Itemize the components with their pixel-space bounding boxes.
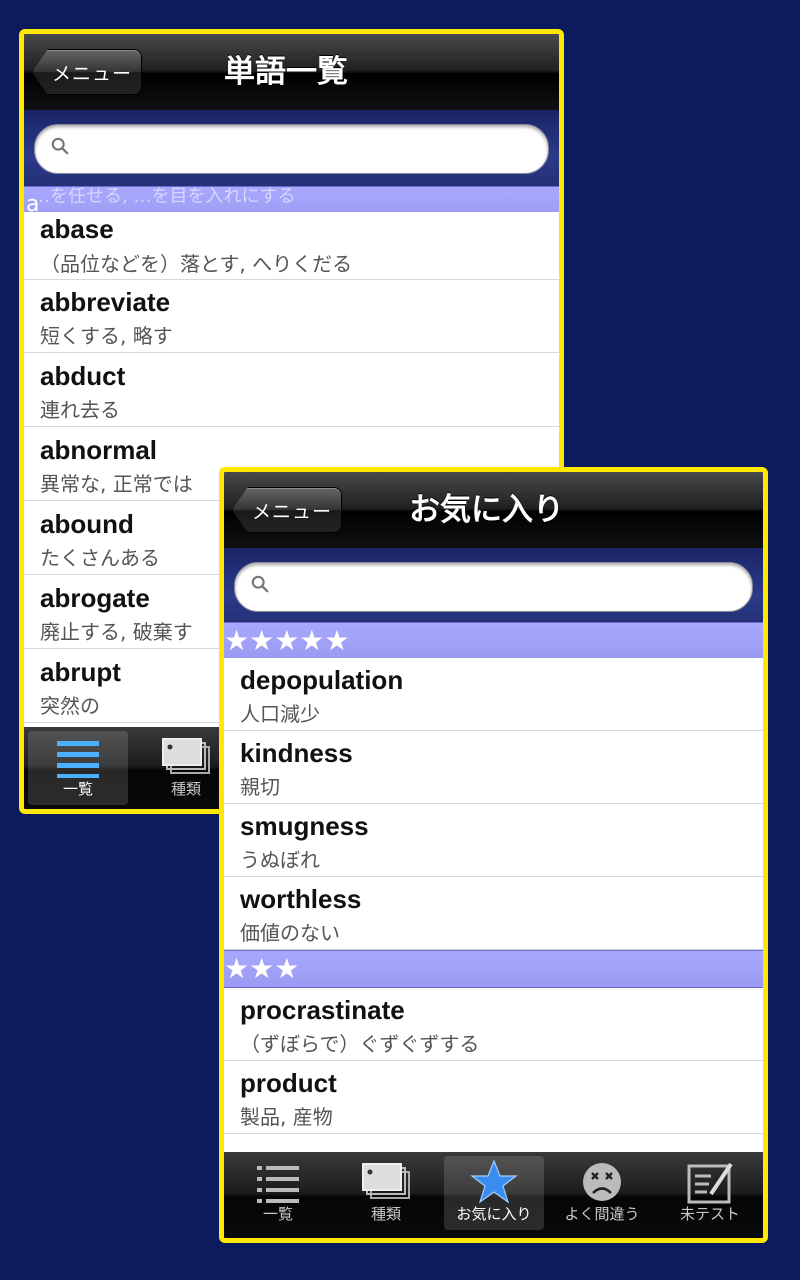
word-text: abnormal bbox=[40, 435, 158, 465]
search-input[interactable] bbox=[285, 571, 732, 603]
search-field[interactable] bbox=[34, 124, 549, 174]
word-text: abase bbox=[40, 214, 114, 244]
meaning-text: 人口減少 bbox=[240, 702, 320, 726]
cards-icon bbox=[162, 738, 210, 774]
tab-list[interactable]: 一覧 bbox=[228, 1156, 328, 1230]
word-text: abbreviate bbox=[40, 287, 171, 317]
page-title: 単語一覧 bbox=[224, 54, 348, 90]
section-header-five-stars: ★★★★★ bbox=[224, 622, 763, 660]
tab-mistakes[interactable]: よく間違う bbox=[552, 1156, 652, 1230]
star-rating-label: ★★★★★ bbox=[224, 624, 350, 657]
search-icon bbox=[51, 137, 69, 155]
search-field[interactable] bbox=[234, 562, 753, 612]
list-item[interactable]: worthless 価値のない bbox=[224, 877, 763, 950]
meaning-text: たくさんある bbox=[40, 546, 160, 570]
tab-favorites[interactable]: お気に入り bbox=[444, 1156, 544, 1230]
meaning-text: 廃止する, 破棄す bbox=[40, 620, 193, 644]
tab-label: お気に入り bbox=[456, 1205, 532, 1223]
scrolled-meaning-text: …を任せる, …を目を入れにする bbox=[32, 186, 296, 207]
word-text: abrogate bbox=[40, 583, 150, 613]
meaning-text: 親切 bbox=[240, 775, 280, 799]
favorites-screen: メニュー お気に入り ★★★★★ depopulation 人口減少 kindn… bbox=[219, 467, 768, 1243]
word-text: procrastinate bbox=[240, 995, 405, 1025]
list-icon bbox=[257, 1166, 299, 1203]
meaning-text: 製品, 産物 bbox=[240, 1105, 333, 1129]
meaning-text: 連れ去る bbox=[40, 398, 120, 422]
tab-label: よく間違う bbox=[564, 1205, 640, 1223]
star-icon bbox=[470, 1160, 518, 1204]
list-item[interactable]: abase （品位などを）落とす, へりくだる bbox=[24, 212, 559, 280]
tab-bar: 一覧 種類 お気に入り よく間違う 未テスト bbox=[224, 1152, 763, 1238]
search-input[interactable] bbox=[85, 133, 528, 165]
list-item[interactable]: product 製品, 産物 bbox=[224, 1061, 763, 1134]
word-text: abrupt bbox=[40, 657, 121, 687]
meaning-text: うぬぼれ bbox=[240, 848, 320, 872]
navigation-bar: メニュー お気に入り bbox=[224, 472, 763, 548]
word-text: depopulation bbox=[240, 665, 404, 695]
edit-note-icon bbox=[687, 1162, 733, 1204]
sad-face-icon bbox=[583, 1163, 621, 1201]
list-icon bbox=[57, 741, 99, 778]
tab-label: 一覧 bbox=[62, 780, 93, 798]
word-text: worthless bbox=[240, 884, 362, 914]
meaning-text: （品位などを）落とす, へりくだる bbox=[40, 252, 353, 276]
tab-list[interactable]: 一覧 bbox=[28, 731, 128, 805]
list-item[interactable]: depopulation 人口減少 bbox=[224, 658, 763, 731]
search-icon bbox=[251, 575, 269, 593]
list-item[interactable]: kindness 親切 bbox=[224, 731, 763, 804]
menu-back-button[interactable]: メニュー bbox=[232, 487, 342, 533]
page-title: お気に入り bbox=[409, 492, 564, 528]
star-rating-label: ★★★ bbox=[224, 952, 300, 985]
cards-icon bbox=[362, 1163, 410, 1199]
meaning-text: 短くする, 略す bbox=[40, 324, 173, 348]
menu-back-button[interactable]: メニュー bbox=[32, 49, 142, 95]
meaning-text: （ずぼらで）ぐずぐずする bbox=[240, 1032, 480, 1056]
word-text: product bbox=[240, 1068, 337, 1098]
meaning-text: 価値のない bbox=[240, 921, 340, 945]
tab-label: 一覧 bbox=[262, 1205, 293, 1223]
word-text: abduct bbox=[40, 361, 126, 391]
search-bar bbox=[224, 548, 763, 626]
word-text: smugness bbox=[240, 811, 369, 841]
meaning-text: 突然の bbox=[40, 694, 100, 718]
tab-label: 未テスト bbox=[679, 1205, 740, 1223]
tab-untested[interactable]: 未テスト bbox=[660, 1156, 760, 1230]
list-item[interactable]: abbreviate 短くする, 略す bbox=[24, 280, 559, 353]
word-text: kindness bbox=[240, 738, 353, 768]
meaning-text: 異常な, 正常では bbox=[40, 472, 193, 496]
tab-label: 種類 bbox=[370, 1205, 401, 1223]
list-item[interactable]: procrastinate （ずぼらで）ぐずぐずする bbox=[224, 988, 763, 1061]
search-bar bbox=[24, 110, 559, 188]
tab-categories[interactable]: 種類 bbox=[336, 1156, 436, 1230]
list-item[interactable]: abduct 連れ去る bbox=[24, 354, 559, 427]
navigation-bar: メニュー 単語一覧 bbox=[24, 34, 559, 110]
list-item[interactable]: smugness うぬぼれ bbox=[224, 804, 763, 877]
section-header-three-stars: ★★★ bbox=[224, 950, 763, 988]
word-text: abound bbox=[40, 509, 134, 539]
